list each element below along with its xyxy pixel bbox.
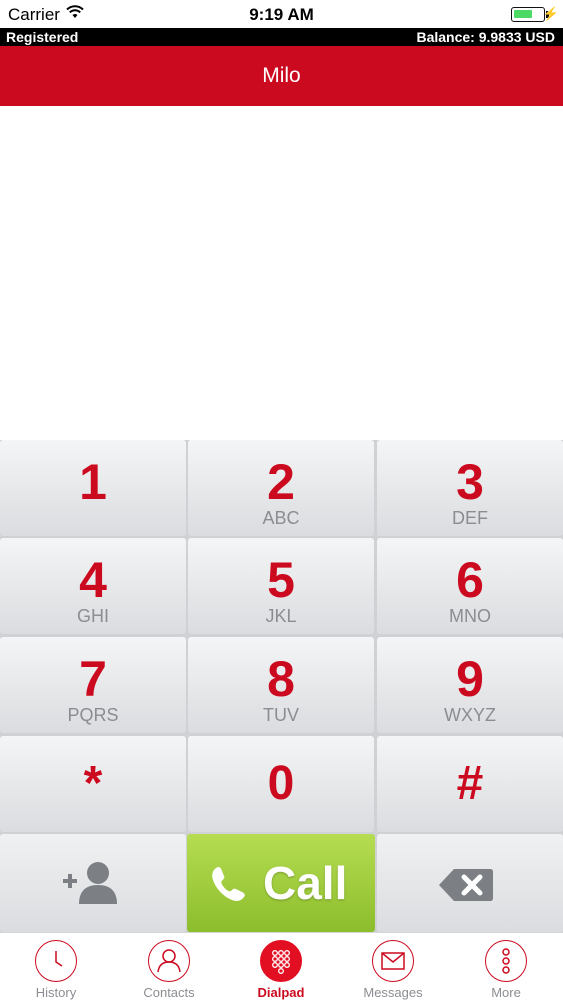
key-letters: TUV <box>263 705 299 725</box>
charging-bolt-icon: ⚡ <box>542 6 559 21</box>
key-star[interactable]: * <box>0 736 186 832</box>
person-icon <box>148 940 190 982</box>
key-digit: # <box>456 757 484 810</box>
key-4[interactable]: 4 GHI <box>0 538 186 634</box>
key-letters: PQRS <box>67 705 119 725</box>
call-button[interactable]: Call <box>187 834 375 932</box>
tab-bar: History Contacts Dialpad Messages More <box>0 932 563 1000</box>
key-8[interactable]: 8 TUV <box>188 637 374 733</box>
registration-bar: Registered Balance: 9.9833 USD <box>0 28 563 46</box>
key-digit: 0 <box>267 757 295 810</box>
dialed-number-display <box>0 106 563 440</box>
account-balance: Balance: 9.9833 USD <box>416 29 555 45</box>
key-9[interactable]: 9 WXYZ <box>377 637 563 733</box>
key-digit: 7 <box>79 651 107 707</box>
backspace-button[interactable] <box>377 834 563 932</box>
key-digit: 4 <box>79 552 107 608</box>
tab-label: Contacts <box>143 985 195 1000</box>
phone-icon <box>212 867 245 901</box>
key-letters: JKL <box>265 606 297 626</box>
key-hash[interactable]: # <box>377 736 563 832</box>
backspace-icon <box>439 869 493 901</box>
key-0[interactable]: 0 <box>188 736 374 832</box>
tab-dialpad[interactable]: Dialpad <box>225 933 337 1000</box>
key-5[interactable]: 5 JKL <box>188 538 374 634</box>
key-digit: 5 <box>267 552 295 608</box>
clock-icon <box>35 940 77 982</box>
tab-label: More <box>491 985 521 1000</box>
status-bar: Carrier 9:19 AM ⚡ <box>0 0 563 28</box>
more-dots-icon <box>485 940 527 982</box>
clock-time: 9:19 AM <box>249 5 314 24</box>
tab-label: Dialpad <box>257 985 305 1000</box>
key-letters: MNO <box>449 606 491 626</box>
dialpad-keypad: 1 2 ABC 3 DEF 4 GHI 5 JKL 6 MNO 7 PQRS 8… <box>0 440 563 932</box>
dialpad-icon <box>260 940 302 982</box>
key-letters: GHI <box>76 606 109 626</box>
key-letters: ABC <box>262 508 300 528</box>
tab-contacts[interactable]: Contacts <box>113 933 225 1000</box>
call-label: Call <box>263 857 348 909</box>
battery-charging-icon <box>511 7 545 22</box>
key-7[interactable]: 7 PQRS <box>0 637 186 733</box>
key-digit: * <box>83 757 103 810</box>
key-6[interactable]: 6 MNO <box>377 538 563 634</box>
key-digit: 9 <box>456 651 484 707</box>
envelope-icon <box>372 940 414 982</box>
tab-label: History <box>35 985 77 1000</box>
add-contact-button[interactable] <box>0 834 186 932</box>
key-2[interactable]: 2 ABC <box>188 440 374 536</box>
key-digit: 6 <box>456 552 484 608</box>
page-title: Milo <box>0 46 563 106</box>
key-digit: 3 <box>456 454 484 510</box>
key-1[interactable]: 1 <box>0 440 186 536</box>
tab-messages[interactable]: Messages <box>337 933 449 1000</box>
tab-label: Messages <box>363 985 423 1000</box>
add-contact-icon <box>63 862 117 904</box>
key-letters: DEF <box>452 508 488 528</box>
tab-more[interactable]: More <box>450 933 562 1000</box>
key-letters: WXYZ <box>444 705 496 725</box>
registration-status: Registered <box>6 29 79 45</box>
tab-history[interactable]: History <box>0 933 112 1000</box>
key-3[interactable]: 3 DEF <box>377 440 563 536</box>
key-digit: 1 <box>79 454 107 510</box>
key-digit: 8 <box>267 651 295 707</box>
key-digit: 2 <box>267 454 295 510</box>
